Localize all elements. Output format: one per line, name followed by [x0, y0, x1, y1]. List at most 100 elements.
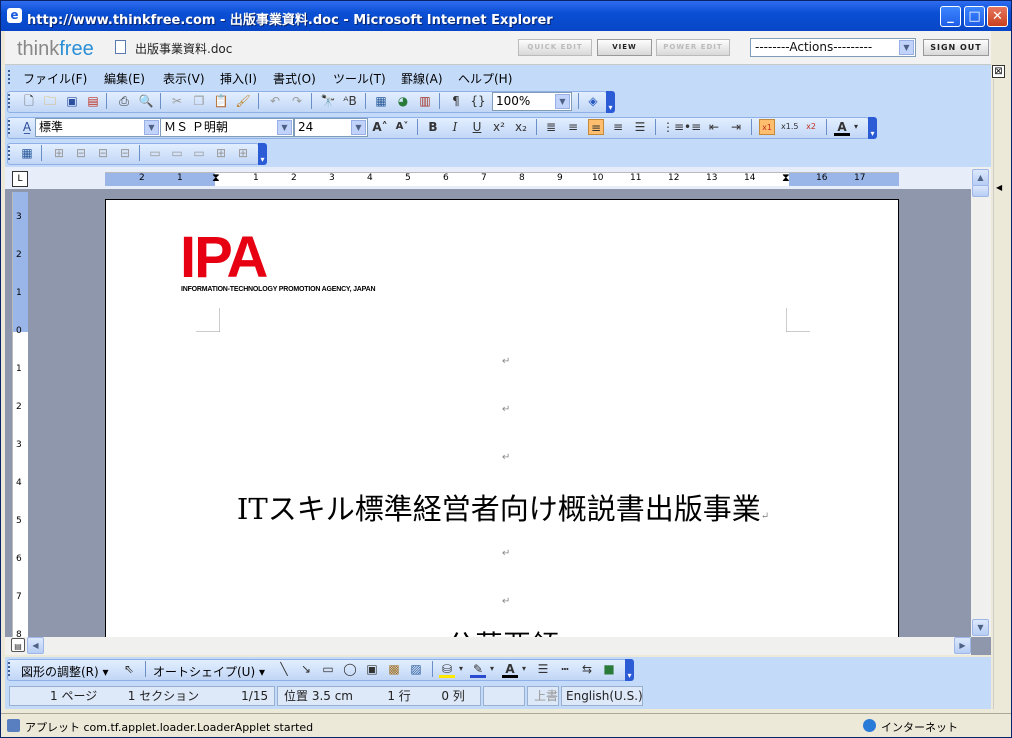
- copy-icon[interactable]: ❐: [191, 93, 207, 109]
- line-spacing-15-icon[interactable]: x1.5: [781, 119, 798, 135]
- quick-edit-button[interactable]: QUICK EDIT: [518, 39, 592, 56]
- distribute-rows-icon[interactable]: ⊞: [235, 145, 251, 161]
- insert-table-icon[interactable]: ▦: [373, 93, 389, 109]
- delete-row-icon[interactable]: ⊟: [95, 145, 111, 161]
- scroll-thumb[interactable]: [972, 185, 989, 197]
- tab-selector[interactable]: L: [12, 171, 28, 187]
- menu-view[interactable]: 表示(V): [163, 70, 205, 87]
- view-mode-icon[interactable]: ▤: [11, 638, 25, 652]
- shrink-font-icon[interactable]: A˅: [394, 119, 410, 135]
- view-button[interactable]: VIEW: [597, 39, 652, 56]
- scroll-up-icon[interactable]: ▲: [972, 169, 989, 186]
- bold-icon[interactable]: B: [425, 119, 441, 135]
- new-document-icon[interactable]: 🗋: [21, 93, 37, 109]
- draw-table-icon[interactable]: ▦: [19, 145, 35, 161]
- first-line-indent-icon[interactable]: ⧗: [212, 171, 220, 185]
- bullets-icon[interactable]: •≡: [684, 119, 701, 135]
- menu-help[interactable]: ヘルプ(H): [458, 70, 512, 87]
- arrow-icon[interactable]: ↘: [298, 661, 314, 677]
- fill-color-icon[interactable]: ⛁: [439, 661, 455, 678]
- align-right-icon[interactable]: ≡: [610, 119, 626, 135]
- cell-align-icon[interactable]: ▭: [191, 145, 207, 161]
- align-left-icon[interactable]: ≡: [565, 119, 581, 135]
- maximize-button[interactable]: □: [964, 6, 985, 27]
- merge-cells-icon[interactable]: ▭: [147, 145, 163, 161]
- power-edit-button[interactable]: POWER EDIT: [656, 39, 730, 56]
- paste-icon[interactable]: 📋: [213, 93, 229, 109]
- font-size-select[interactable]: 24 ▼: [294, 118, 368, 137]
- scroll-right-icon[interactable]: ▶: [954, 637, 971, 654]
- minimize-button[interactable]: _: [940, 6, 961, 27]
- underline-icon[interactable]: U: [469, 119, 485, 135]
- vertical-ruler[interactable]: 3 2 1 0 1 2 3 4 5 6 7 8: [12, 192, 28, 637]
- right-indent-icon[interactable]: ⧗: [782, 171, 790, 185]
- redo-icon[interactable]: ↷: [289, 93, 305, 109]
- draw-adjust-menu[interactable]: 図形の調整(R) ▾: [21, 663, 109, 680]
- font-color-icon[interactable]: A: [834, 119, 850, 136]
- rectangle-icon[interactable]: ▭: [320, 661, 336, 677]
- line-color-icon[interactable]: ✎: [470, 661, 486, 678]
- superscript-icon[interactable]: x²: [491, 119, 507, 135]
- clipart-icon[interactable]: ▩: [386, 661, 402, 677]
- split-cells-icon[interactable]: ▭: [169, 145, 185, 161]
- close-button[interactable]: ✕: [987, 6, 1008, 27]
- menu-format[interactable]: 書式(O): [273, 70, 316, 87]
- insert-chart-icon[interactable]: ◕: [395, 93, 411, 109]
- font-color-icon[interactable]: A: [502, 661, 518, 678]
- toolbar-options-icon[interactable]: ▾: [868, 117, 877, 139]
- oval-icon[interactable]: ◯: [342, 661, 358, 677]
- menu-edit[interactable]: 編集(E): [104, 70, 145, 87]
- grow-font-icon[interactable]: A˄: [372, 119, 388, 135]
- textbox-icon[interactable]: ▣: [364, 661, 380, 677]
- document-page[interactable]: IPA INFORMATION-TECHNOLOGY PROMOTION AGE…: [105, 199, 899, 637]
- toolbar-options-icon[interactable]: ▾: [625, 659, 634, 681]
- align-center-icon[interactable]: ≡: [588, 119, 604, 135]
- delete-column-icon[interactable]: ⊟: [117, 145, 133, 161]
- actions-select[interactable]: --------Actions--------- ▼: [750, 38, 916, 57]
- horizontal-ruler[interactable]: 2 1 ⧗ 1 2 3 4 5 6 7 8 9 10 11 12 13 14 ⧗…: [105, 171, 899, 186]
- export-pdf-icon[interactable]: ▤: [85, 93, 101, 109]
- toolbar-options-icon[interactable]: ▾: [606, 91, 615, 113]
- shadow-icon[interactable]: ■: [601, 661, 617, 677]
- expand-panel-icon[interactable]: ◀: [996, 183, 1002, 192]
- scroll-down-icon[interactable]: ▼: [972, 619, 989, 636]
- cut-icon[interactable]: ✂: [169, 93, 185, 109]
- style-select[interactable]: 標準 ▼: [35, 118, 161, 137]
- print-preview-icon[interactable]: 🔍: [138, 93, 154, 109]
- horizontal-scrollbar[interactable]: ▤ ◀ ▶: [5, 637, 971, 655]
- chevron-down-icon[interactable]: ▾: [457, 661, 465, 677]
- open-folder-icon[interactable]: 🗀: [42, 93, 58, 109]
- decrease-indent-icon[interactable]: ⇤: [706, 119, 722, 135]
- line-style-icon[interactable]: ☰: [535, 661, 551, 677]
- dash-style-icon[interactable]: ┅: [557, 661, 573, 677]
- menu-file[interactable]: ファイル(F): [23, 70, 87, 87]
- restore-editor-icon[interactable]: ⊠: [992, 65, 1005, 78]
- line-spacing-2-icon[interactable]: x2: [803, 119, 819, 135]
- arrow-style-icon[interactable]: ⇆: [579, 661, 595, 677]
- scroll-left-icon[interactable]: ◀: [27, 637, 44, 654]
- spellcheck-icon[interactable]: ᴬB: [342, 93, 358, 109]
- save-icon[interactable]: ▣: [64, 93, 80, 109]
- chevron-down-icon[interactable]: ▾: [852, 119, 860, 135]
- line-icon[interactable]: ╲: [276, 661, 292, 677]
- subscript-icon[interactable]: x₂: [513, 119, 529, 135]
- select-objects-icon[interactable]: ⇖: [121, 661, 137, 677]
- chevron-down-icon[interactable]: ▾: [488, 661, 496, 677]
- justify-icon[interactable]: ≣: [543, 119, 559, 135]
- increase-indent-icon[interactable]: ⇥: [728, 119, 744, 135]
- field-codes-icon[interactable]: {}: [470, 93, 486, 109]
- insert-row-icon[interactable]: ⊟: [73, 145, 89, 161]
- zoom-select[interactable]: 100% ▼: [492, 92, 572, 111]
- menu-insert[interactable]: 挿入(I): [220, 70, 257, 87]
- menu-tools[interactable]: ツール(T): [333, 70, 386, 87]
- menu-table[interactable]: 罫線(A): [401, 70, 443, 87]
- picture-icon[interactable]: ▨: [408, 661, 424, 677]
- distribute-columns-icon[interactable]: ⊞: [213, 145, 229, 161]
- font-select[interactable]: ＭＳ Ｐ明朝 ▼: [160, 118, 294, 137]
- undo-icon[interactable]: ↶: [267, 93, 283, 109]
- sign-out-button[interactable]: SIGN OUT: [923, 39, 989, 56]
- format-painter-icon[interactable]: 🖌: [235, 93, 251, 109]
- insert-book-icon[interactable]: ▥: [417, 93, 433, 109]
- numbering-icon[interactable]: ⋮≡: [662, 119, 684, 135]
- toolbar-options-icon[interactable]: ▾: [258, 143, 267, 165]
